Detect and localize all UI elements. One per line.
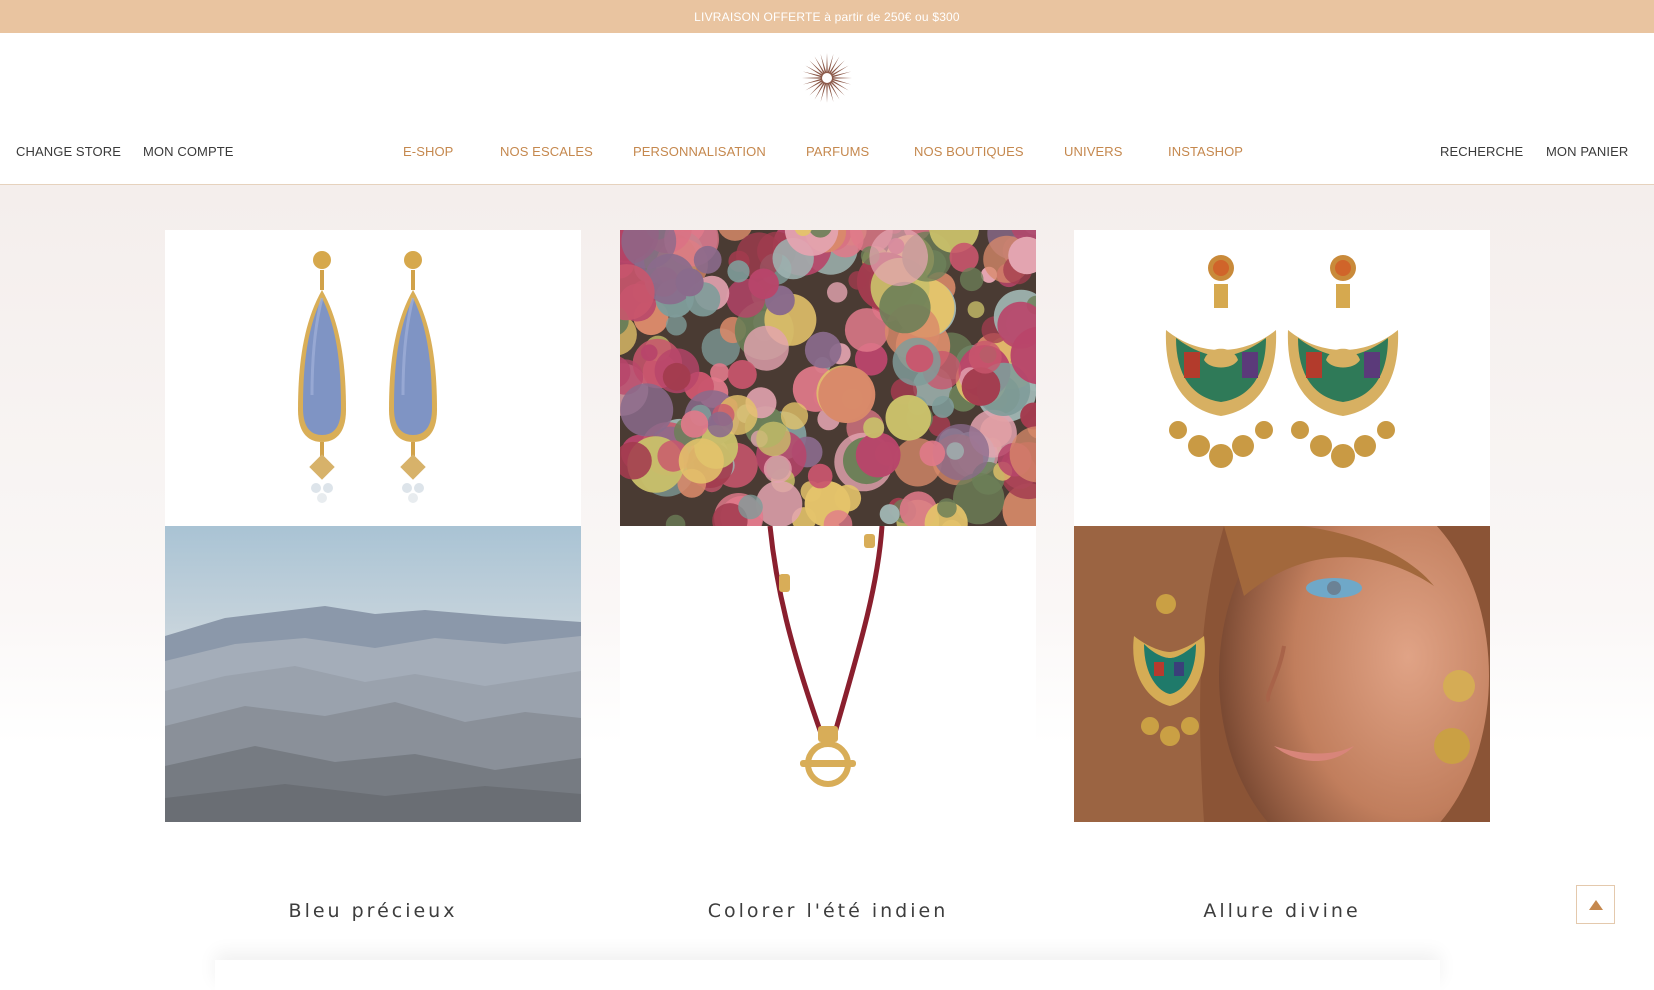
nav-univers[interactable]: UNIVERS — [1064, 144, 1123, 159]
collection-title-allure-divine[interactable]: Allure divine — [1074, 900, 1490, 922]
promo-banner: LIVRAISON OFFERTE à partir de 250€ ou $3… — [0, 0, 1654, 33]
scroll-to-top-button[interactable] — [1576, 885, 1615, 924]
bottom-shadow — [215, 960, 1440, 990]
site-header: CHANGE STORE MON COMPTE E-SHOP NOS ESCAL… — [0, 33, 1654, 185]
autumn-forest-image[interactable] — [620, 230, 1036, 526]
model-wearing-earrings-image[interactable] — [1074, 526, 1490, 822]
red-cord-necklace-image[interactable] — [620, 526, 1036, 822]
arrow-up-icon — [1588, 899, 1603, 910]
collections-section: Bleu précieux Colorer l'été indien Allur… — [0, 185, 1654, 990]
account-link[interactable]: MON COMPTE — [143, 144, 234, 159]
nav-personnalisation[interactable]: PERSONNALISATION — [633, 144, 766, 159]
nav-nos-boutiques[interactable]: NOS BOUTIQUES — [914, 144, 1024, 159]
collection-title-colorer-ete-indien[interactable]: Colorer l'été indien — [620, 900, 1036, 922]
search-link[interactable]: RECHERCHE — [1440, 144, 1523, 159]
blue-drop-earrings-image[interactable] — [165, 230, 581, 526]
nav-instashop[interactable]: INSTASHOP — [1168, 144, 1243, 159]
cart-link[interactable]: MON PANIER — [1546, 144, 1628, 159]
nav-nos-escales[interactable]: NOS ESCALES — [500, 144, 593, 159]
logo-icon[interactable] — [800, 51, 854, 105]
change-store-link[interactable]: CHANGE STORE — [16, 144, 121, 159]
nav-eshop[interactable]: E-SHOP — [403, 144, 453, 159]
collection-title-bleu-precieux[interactable]: Bleu précieux — [165, 900, 581, 922]
promo-text: LIVRAISON OFFERTE à partir de 250€ ou $3… — [694, 9, 960, 24]
enamel-chandelier-earrings-image[interactable] — [1074, 230, 1490, 526]
misty-mountains-image[interactable] — [165, 526, 581, 822]
nav-parfums[interactable]: PARFUMS — [806, 144, 869, 159]
